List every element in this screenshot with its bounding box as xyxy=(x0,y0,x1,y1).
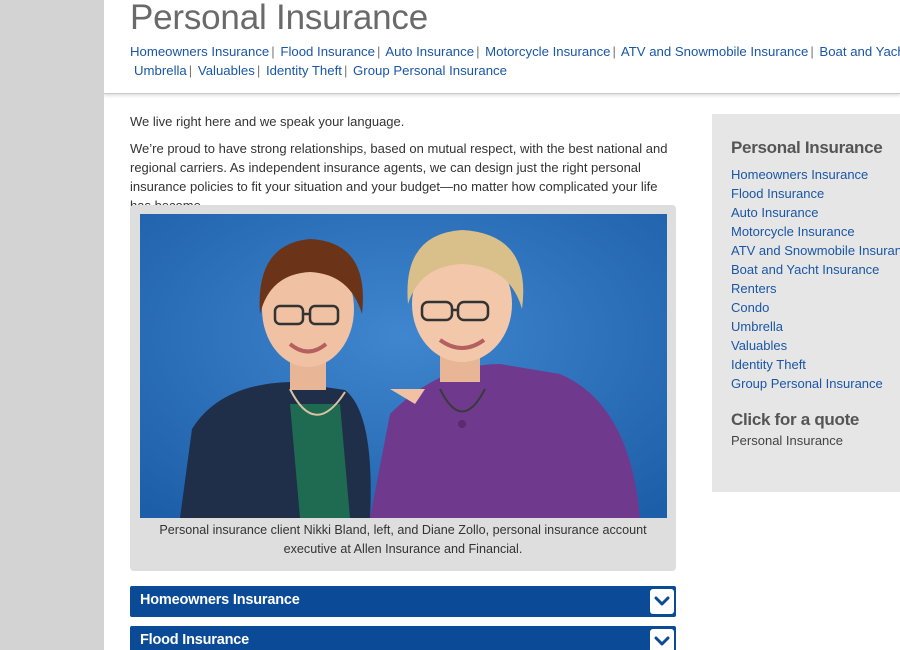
top-nav-row-2: Umbrella | Valuables | Identity Theft | Gro… xyxy=(130,61,900,80)
sidebar-link-motorcycle[interactable]: Motorcycle Insurance xyxy=(731,222,900,241)
accordion-homeowners-insurance[interactable]: Homeowners Insurance xyxy=(130,586,676,617)
sidebar-link-umbrella[interactable]: Umbrella xyxy=(731,317,900,336)
top-nav-link-group-personal[interactable]: Group Personal Insurance xyxy=(353,63,507,78)
sidebar-link-boat-yacht[interactable]: Boat and Yacht Insurance xyxy=(731,260,900,279)
chevron-down-icon[interactable] xyxy=(650,629,674,650)
sidebar-link-condo[interactable]: Condo xyxy=(731,298,900,317)
top-nav-link-boat-yacht[interactable]: Boat and Yacht Insurance xyxy=(819,44,900,59)
sidebar-link-auto[interactable]: Auto Insurance xyxy=(731,203,900,222)
body-paragraph: We’re proud to have strong relationships… xyxy=(130,141,668,213)
top-nav-link-auto[interactable]: Auto Insurance xyxy=(385,44,474,59)
sidebar: Personal Insurance Homeowners Insurance … xyxy=(712,114,900,492)
accordion-label: Flood Insurance xyxy=(140,632,249,648)
photo-figure: Personal insurance client Nikki Bland, l… xyxy=(130,205,676,571)
page: Personal Insurance Homeowners Insurance |… xyxy=(104,0,900,650)
top-nav-link-flood[interactable]: Flood Insurance xyxy=(280,44,375,59)
main-content: We live right here and we speak your lan… xyxy=(130,112,678,215)
intro-text: We live right here and we speak your lan… xyxy=(130,114,405,129)
photo-caption: Personal insurance client Nikki Bland, l… xyxy=(159,523,647,556)
nav-separator: | xyxy=(343,63,348,78)
top-nav-link-umbrella[interactable]: Umbrella xyxy=(134,63,187,78)
sidebar-link-renters[interactable]: Renters xyxy=(731,279,900,298)
sidebar-link-homeowners[interactable]: Homeowners Insurance xyxy=(731,165,900,184)
nav-separator: | xyxy=(271,44,275,59)
accordion-label: Homeowners Insurance xyxy=(140,592,300,608)
sidebar-link-identity-theft[interactable]: Identity Theft xyxy=(731,355,900,374)
chevron-down-icon[interactable] xyxy=(650,589,674,614)
top-nav-link-identity-theft[interactable]: Identity Theft xyxy=(266,63,342,78)
sidebar-heading: Personal Insurance xyxy=(731,138,883,157)
page-header: Personal Insurance Homeowners Insurance |… xyxy=(104,0,900,94)
top-nav-row-1: Homeowners Insurance | Flood Insurance | A… xyxy=(130,42,900,61)
page-title: Personal Insurance xyxy=(130,0,428,37)
client-photo xyxy=(140,214,667,518)
nav-separator: | xyxy=(612,44,616,59)
sidebar-link-atv-snowmobile[interactable]: ATV and Snowmobile Insurance xyxy=(731,241,900,260)
nav-separator: | xyxy=(810,44,814,59)
sidebar-link-group-personal[interactable]: Group Personal Insurance xyxy=(731,374,900,393)
nav-separator: | xyxy=(256,63,261,78)
top-nav-link-motorcycle[interactable]: Motorcycle Insurance xyxy=(485,44,610,59)
nav-separator: | xyxy=(476,44,480,59)
sidebar-link-flood[interactable]: Flood Insurance xyxy=(731,184,900,203)
nav-separator: | xyxy=(376,44,381,59)
quote-link-personal-insurance[interactable]: Personal Insurance xyxy=(731,433,843,448)
sidebar-link-valuables[interactable]: Valuables xyxy=(731,336,900,355)
top-nav-link-homeowners[interactable]: Homeowners Insurance xyxy=(130,44,269,59)
sidebar-link-list: Homeowners Insurance Flood Insurance Aut… xyxy=(731,165,900,393)
accordion-flood-insurance[interactable]: Flood Insurance xyxy=(130,626,676,650)
top-nav-link-valuables[interactable]: Valuables xyxy=(198,63,255,78)
top-navigation: Homeowners Insurance | Flood Insurance | A… xyxy=(130,42,900,80)
top-nav-link-atv-snowmobile[interactable]: ATV and Snowmobile Insurance xyxy=(621,44,808,59)
quote-heading: Click for a quote xyxy=(731,410,860,429)
nav-separator: | xyxy=(188,63,193,78)
